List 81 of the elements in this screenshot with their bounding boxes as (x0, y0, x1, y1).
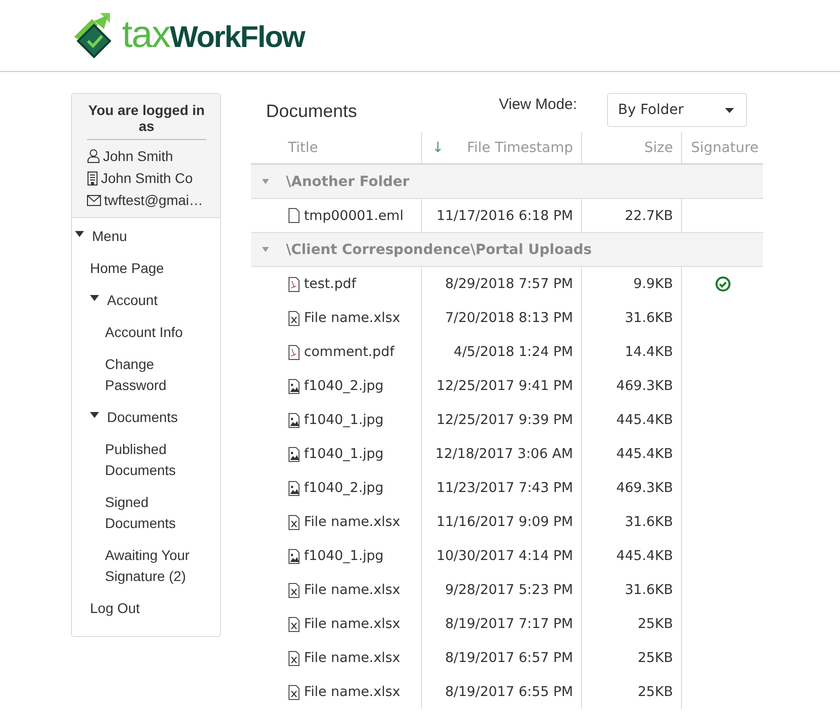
file-name[interactable]: comment.pdf (304, 344, 394, 360)
table-cell: 31.6KB (582, 573, 682, 607)
file-name[interactable]: File name.xlsx (304, 514, 400, 530)
menu-item[interactable]: Published Documents (105, 439, 214, 481)
table-cell: 4/5/2018 1:24 PM (422, 335, 582, 369)
user-info-text: twftest@gmai… (104, 192, 204, 208)
file-name[interactable]: File name.xlsx (304, 582, 400, 598)
page-title: Documents (265, 100, 358, 122)
pdf-file-icon (288, 276, 300, 292)
menu-item[interactable]: Home Page (90, 258, 164, 279)
table-cell: 9/28/2017 5:23 PM (422, 573, 582, 607)
table-cell: 8/19/2017 6:55 PM (422, 675, 582, 709)
file-name[interactable]: f1040_2.jpg (304, 480, 384, 496)
table-cell: 445.4KB (582, 539, 682, 573)
file-name[interactable]: f1040_2.jpg (304, 378, 384, 394)
file-name[interactable]: f1040_1.jpg (304, 446, 384, 462)
spreadsheet-file-icon (288, 310, 300, 326)
person-icon (87, 149, 100, 163)
table-cell: 25KB (582, 607, 682, 641)
file-name[interactable]: File name.xlsx (304, 616, 400, 632)
menu-item[interactable]: Signed Documents (105, 492, 214, 534)
image-file-icon (288, 446, 300, 462)
view-mode-label: View Mode: (498, 95, 577, 113)
logo-text: taxWorkFlow (122, 14, 304, 57)
caret-icon (725, 108, 734, 112)
table-cell: 469.3KB (582, 369, 682, 403)
file-name[interactable]: File name.xlsx (304, 650, 400, 666)
table-cell: 14.4KB (582, 335, 682, 369)
file-name[interactable]: test.pdf (304, 276, 356, 292)
table-cell: 12/25/2017 9:39 PM (422, 403, 582, 437)
caret-icon[interactable] (75, 231, 84, 237)
mail-icon (87, 194, 101, 206)
spreadsheet-file-icon (288, 582, 300, 598)
menu-item[interactable]: Log Out (90, 598, 140, 619)
menu-item[interactable]: Account (107, 290, 158, 311)
menu-item[interactable]: Documents (107, 407, 178, 428)
file-name[interactable]: File name.xlsx (304, 684, 400, 700)
table-cell: 445.4KB (582, 437, 682, 471)
file-name[interactable]: tmp00001.eml (304, 208, 404, 224)
view-mode-dropdown[interactable]: By Folder (607, 93, 747, 127)
image-file-icon (288, 412, 300, 428)
table-cell: 8/29/2018 7:57 PM (422, 267, 582, 301)
table-cell: 10/30/2017 4:14 PM (422, 539, 582, 573)
spreadsheet-file-icon (288, 650, 300, 666)
table-cell: 11/16/2017 9:09 PM (422, 505, 582, 539)
table-cell: 8/19/2017 7:17 PM (422, 607, 582, 641)
table-cell: 31.6KB (582, 505, 682, 539)
user-info-text: John Smith Co (101, 170, 193, 186)
sort-icon: ↓ (432, 140, 444, 156)
column-header-label: File Timestamp (466, 140, 573, 156)
document-icon (288, 208, 300, 223)
file-name[interactable]: f1040_1.jpg (304, 412, 384, 428)
menu-item[interactable]: Change Password (105, 354, 214, 396)
table-cell: 12/25/2017 9:41 PM (422, 369, 582, 403)
file-name[interactable]: f1040_1.jpg (304, 548, 384, 564)
image-file-icon (288, 480, 300, 496)
file-name[interactable]: File name.xlsx (304, 310, 400, 326)
table-cell: 25KB (582, 641, 682, 675)
spreadsheet-file-icon (288, 684, 300, 700)
table-cell: 7/20/2018 8:13 PM (422, 301, 582, 335)
spreadsheet-file-icon (288, 514, 300, 530)
caret-icon[interactable] (90, 412, 99, 418)
table-cell: 12/18/2017 3:06 AM (422, 437, 582, 471)
table-cell: 8/19/2017 6:57 PM (422, 641, 582, 675)
menu-item[interactable]: Awaiting Your Signature (2) (105, 545, 214, 587)
caret-icon[interactable] (90, 295, 99, 301)
table-cell: 25KB (582, 675, 682, 709)
card-title: You are logged in as (87, 102, 206, 140)
menu-item[interactable]: Menu (92, 226, 128, 247)
building-icon (87, 170, 98, 186)
image-file-icon (288, 378, 300, 394)
table-cell: 9.9KB (582, 267, 682, 301)
pdf-file-icon (288, 344, 300, 360)
table-cell: 469.3KB (582, 471, 682, 505)
image-file-icon (288, 548, 300, 564)
menu-item[interactable]: Account Info (105, 322, 183, 343)
table-cell: 11/23/2017 7:43 PM (422, 471, 582, 505)
spreadsheet-file-icon (288, 616, 300, 632)
table-cell: 31.6KB (582, 301, 682, 335)
table-cell: 445.4KB (582, 403, 682, 437)
user-info-text: John Smith (103, 148, 174, 164)
